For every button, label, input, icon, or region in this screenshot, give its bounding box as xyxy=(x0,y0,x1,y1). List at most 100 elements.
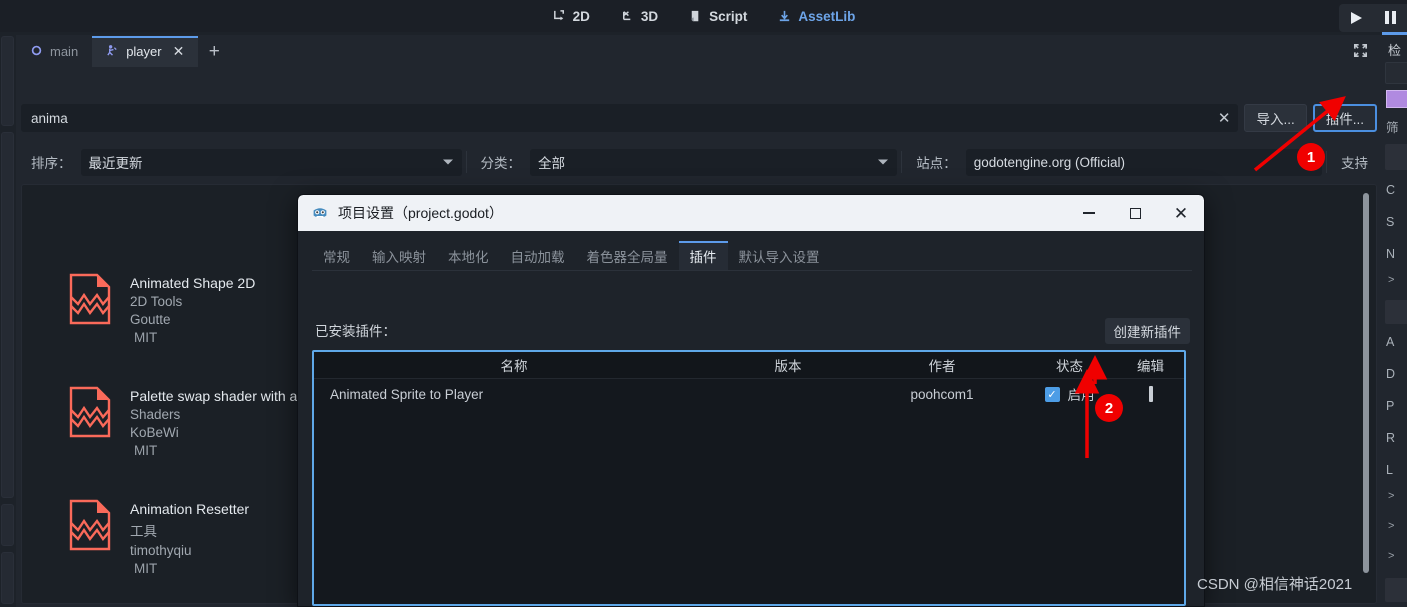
chevron-right-icon[interactable]: > xyxy=(1388,490,1394,502)
inspector-property-row[interactable]: A xyxy=(1386,332,1407,352)
category-select[interactable]: 全部 xyxy=(530,148,898,176)
node2d-circle-icon xyxy=(30,44,43,60)
tab-plugins[interactable]: 插件 xyxy=(678,241,728,271)
inspector-dock-accent xyxy=(1382,32,1407,35)
site-select[interactable]: godotengine.org (Official) xyxy=(965,148,1322,176)
asset-category: 2D Tools xyxy=(130,294,183,309)
editor-mode-2d[interactable]: 2D xyxy=(548,6,594,27)
tab-input-map[interactable]: 输入映射 xyxy=(361,241,437,271)
site-label: 站点： xyxy=(916,156,957,171)
table-row[interactable]: Animated Sprite to Player poohcom1 ✓ 启用 xyxy=(314,379,1184,409)
inspector-property-row[interactable]: D xyxy=(1386,364,1407,384)
scene-tab-main-label: main xyxy=(50,44,79,59)
plugins-button[interactable]: 插件... xyxy=(1312,104,1377,132)
support-label[interactable]: 支持 xyxy=(1331,152,1377,172)
sort-select-value: 最近更新 xyxy=(88,156,143,171)
inspector-toolbar-button[interactable] xyxy=(1385,62,1407,84)
editor-mode-script[interactable]: Script xyxy=(684,6,751,27)
scene-tab-player[interactable]: player ✕ xyxy=(92,36,199,67)
run-project-button[interactable] xyxy=(1339,3,1373,32)
chevron-right-icon[interactable]: > xyxy=(1388,550,1394,562)
chevron-right-icon[interactable]: > xyxy=(1388,520,1394,532)
editor-mode-assetlib[interactable]: AssetLib xyxy=(773,6,859,27)
plugin-enable-checkbox[interactable]: ✓ xyxy=(1044,386,1060,402)
close-icon[interactable]: ✕ xyxy=(173,43,185,60)
add-scene-tab-button[interactable]: + xyxy=(198,36,230,67)
pause-project-button[interactable] xyxy=(1373,3,1407,32)
installed-plugins-label: 已安装插件： xyxy=(315,324,396,339)
asset-license: MIT xyxy=(134,561,158,576)
asset-title: Palette swap shader with a xyxy=(130,388,298,404)
tab-import-defaults[interactable]: 默认导入设置 xyxy=(728,241,831,271)
search-input[interactable]: anima ✕ xyxy=(21,104,1239,132)
create-new-plugin-button[interactable]: 创建新插件 xyxy=(1104,318,1190,344)
left-dock-panel-bottom[interactable] xyxy=(1,504,14,546)
inspector-property-row[interactable]: L xyxy=(1386,460,1407,480)
column-header-name[interactable]: 名称 xyxy=(314,352,714,378)
minimize-icon xyxy=(1083,212,1095,214)
editor-mode-assetlib-label: AssetLib xyxy=(798,8,856,24)
column-header-version[interactable]: 版本 xyxy=(714,352,862,378)
plugins-table[interactable]: 名称 版本 作者 状态 编辑 Animated Sprite to Player… xyxy=(312,350,1186,606)
plugin-edit-cell[interactable] xyxy=(1117,379,1184,409)
pencil-icon[interactable] xyxy=(1148,386,1153,402)
import-button[interactable]: 导入... xyxy=(1244,104,1307,132)
left-dock-panel-filesystem[interactable] xyxy=(1,132,14,498)
dialog-tab-bar: 常规 输入映射 本地化 自动加载 着色器全局量 插件 默认导入设置 xyxy=(312,239,831,271)
left-dock-panel-footer[interactable] xyxy=(1,552,14,604)
scene-tab-main[interactable]: main xyxy=(16,36,92,67)
inspector-property-row[interactable]: S xyxy=(1386,212,1407,232)
tab-autoload[interactable]: 自动加载 xyxy=(500,241,576,271)
column-header-author[interactable]: 作者 xyxy=(862,352,1022,378)
asset-info: Animation Resetter 工具 timothyqiu MIT xyxy=(130,499,249,576)
column-header-edit[interactable]: 编辑 xyxy=(1117,352,1184,378)
plugin-author: poohcom1 xyxy=(910,386,974,402)
category-select-value: 全部 xyxy=(538,156,566,171)
script-icon xyxy=(688,9,703,24)
chevron-right-icon[interactable]: > xyxy=(1388,274,1394,286)
filter-divider-1 xyxy=(465,151,467,173)
inspector-tab-label[interactable]: 检 xyxy=(1388,40,1401,59)
tab-shader-globals[interactable]: 着色器全局量 xyxy=(576,241,679,271)
asset-category: Shaders xyxy=(130,407,181,422)
asset-info: Palette swap shader with a Shaders KoBeW… xyxy=(130,386,297,458)
asset-author: Goutte xyxy=(130,312,171,327)
inspector-resource-preview[interactable] xyxy=(1386,90,1407,108)
inspector-filter-label[interactable]: 筛 xyxy=(1386,116,1407,136)
annotation-badge-2-label: 2 xyxy=(1104,399,1114,417)
results-scrollbar-thumb[interactable] xyxy=(1363,193,1369,573)
close-button[interactable]: ✕ xyxy=(1158,195,1204,231)
sort-label: 排序： xyxy=(31,156,72,171)
distraction-free-mode-button[interactable] xyxy=(1338,36,1382,67)
left-dock-panel-scene[interactable] xyxy=(1,36,14,126)
results-scrollbar[interactable] xyxy=(1363,193,1369,589)
assetlib-filter-row: 排序： 最近更新 分类： 全部 站点： godotengine.org (Off… xyxy=(21,147,1377,177)
inspector-property-row[interactable]: C xyxy=(1386,180,1407,200)
maximize-button[interactable] xyxy=(1112,195,1158,231)
sort-select[interactable]: 最近更新 xyxy=(80,148,462,176)
inspector-property-chip[interactable] xyxy=(1385,300,1407,324)
tab-general[interactable]: 常规 xyxy=(312,241,361,271)
minimize-button[interactable] xyxy=(1066,195,1112,231)
dialog-body: 常规 输入映射 本地化 自动加载 着色器全局量 插件 默认导入设置 已安装插件：… xyxy=(298,231,1204,606)
clear-search-icon[interactable]: ✕ xyxy=(1218,104,1231,132)
asset-title: Animation Resetter xyxy=(130,501,250,517)
plugin-version xyxy=(714,379,862,409)
close-icon: ✕ xyxy=(1173,203,1189,223)
asset-author: timothyqiu xyxy=(130,543,192,558)
search-input-value: anima xyxy=(31,110,68,126)
asset-license: MIT xyxy=(134,443,158,458)
inspector-property-row[interactable]: N xyxy=(1386,244,1407,264)
editor-mode-3d-label: 3D xyxy=(640,8,659,24)
tab-localization[interactable]: 本地化 xyxy=(437,241,500,271)
editor-mode-3d[interactable]: 3D xyxy=(616,6,662,27)
column-header-status[interactable]: 状态 xyxy=(1022,352,1117,378)
editor-mode-script-label: Script xyxy=(709,8,748,24)
inspector-property-chip[interactable] xyxy=(1385,144,1407,170)
top-menu-bar: 2D 3D Script AssetLib xyxy=(0,0,1407,32)
inspector-property-chip[interactable] xyxy=(1385,578,1407,602)
dialog-title-bar[interactable]: 项目设置（project.godot） ✕ xyxy=(298,195,1204,231)
annotation-badge-2: 2 xyxy=(1095,394,1123,422)
inspector-property-row[interactable]: R xyxy=(1386,428,1407,448)
inspector-property-row[interactable]: P xyxy=(1386,396,1407,416)
